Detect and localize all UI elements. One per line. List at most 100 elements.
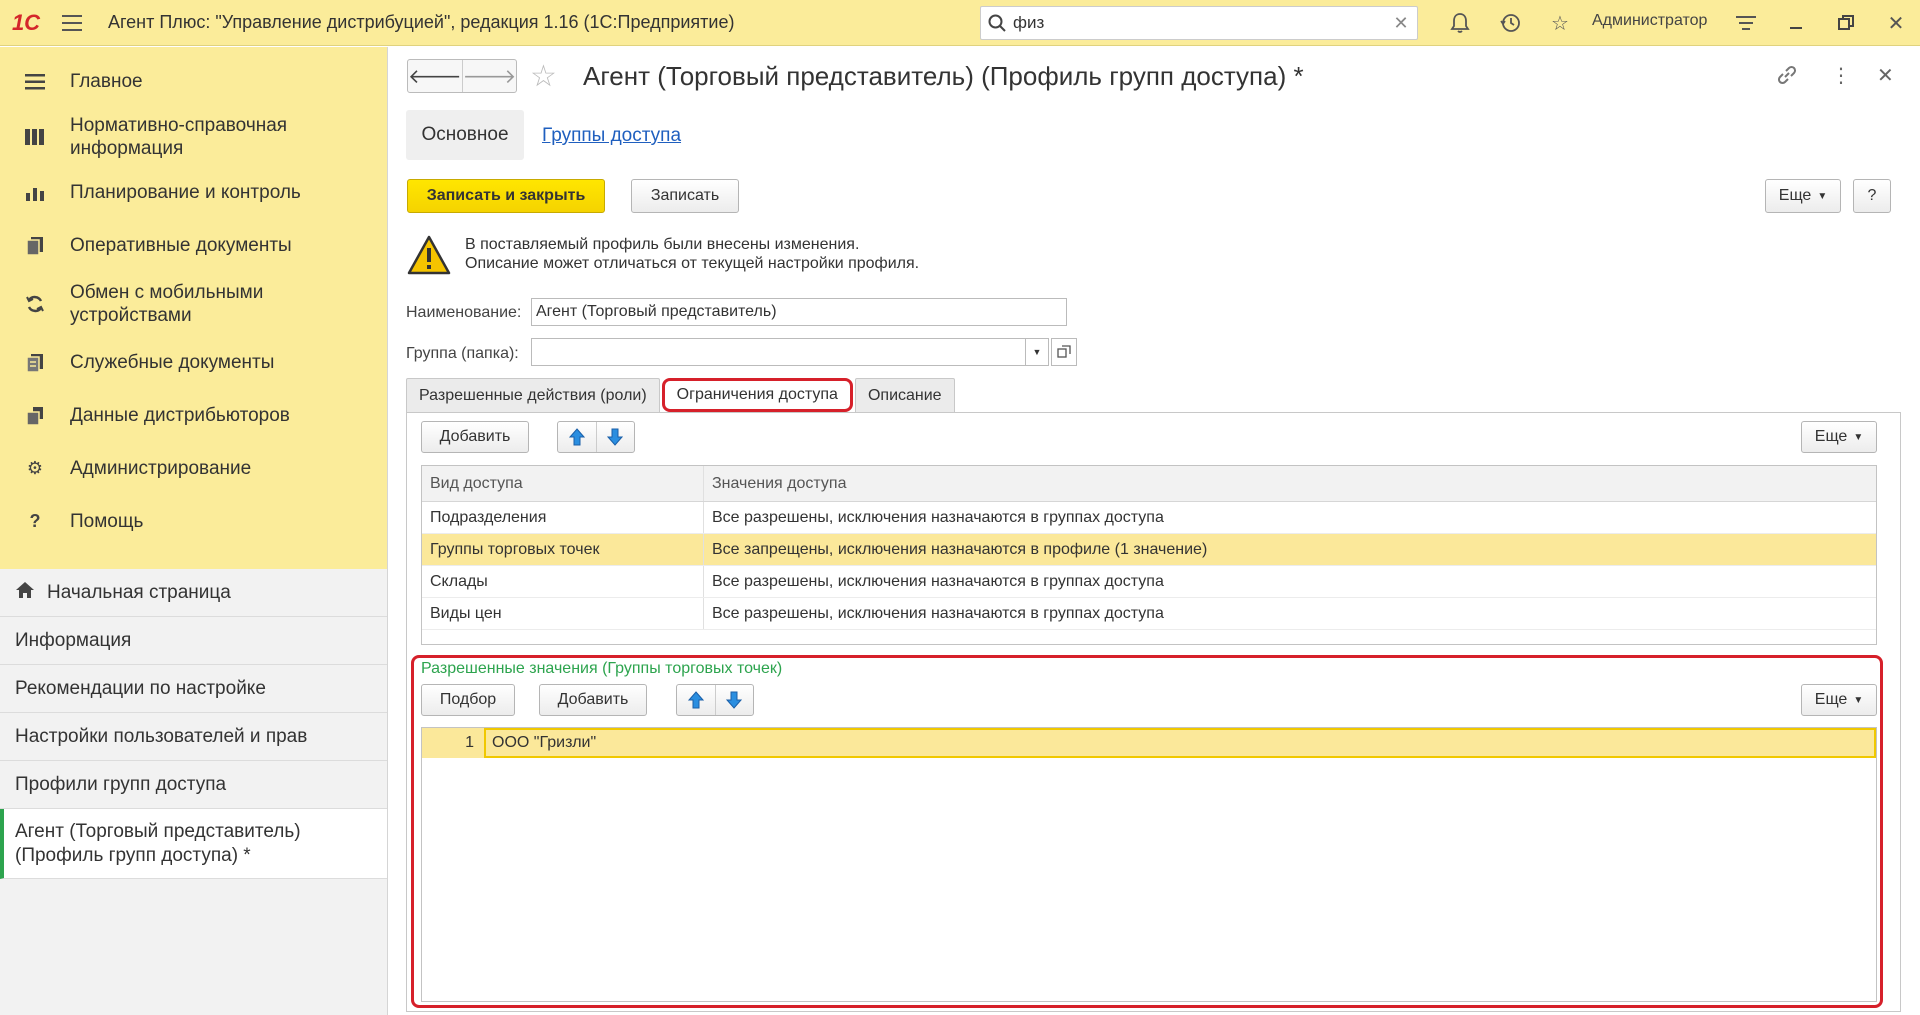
close-form-icon[interactable]: ✕	[1877, 63, 1894, 88]
home-icon	[15, 581, 35, 604]
back-arrow-icon[interactable]: 🡐	[408, 60, 463, 92]
nav-item-label: Информация	[15, 629, 132, 651]
nav-item-label: Агент (Торговый представитель) (Профиль …	[15, 820, 301, 866]
user-name[interactable]: Администратор	[1592, 12, 1707, 30]
cell-value: Все разрешены, исключения назначаются в …	[712, 572, 1164, 590]
sections-panel: Главное Нормативно-справочная информация…	[0, 47, 387, 569]
table-row-selected[interactable]: Группы торговых точек Все запрещены, иск…	[422, 534, 1876, 566]
section-planning[interactable]: Планирование и контроль	[0, 166, 387, 219]
search-input[interactable]	[1013, 13, 1385, 33]
gear-icon: ⚙	[26, 458, 44, 478]
move-value-buttons	[676, 684, 754, 716]
move-buttons	[557, 421, 635, 453]
name-field[interactable]: Агент (Торговый представитель)	[531, 298, 1067, 326]
allowed-values-title: Разрешенные значения (Группы торговых то…	[421, 660, 783, 677]
section-label: Оперативные документы	[70, 235, 292, 256]
nav-item-label: Начальная страница	[47, 581, 231, 603]
group-field[interactable]	[531, 338, 1049, 366]
open-group-icon[interactable]	[1051, 338, 1077, 366]
more-access-button[interactable]: Еще ▼	[1801, 421, 1877, 453]
move-down-icon[interactable]	[597, 422, 635, 452]
nav-item-label: Настройки пользователей и прав	[15, 725, 308, 747]
profile-tabs: Разрешенные действия (роли) Ограничения …	[406, 378, 957, 412]
table-row-selected[interactable]: 1 ООО "Гризли"	[422, 728, 1876, 758]
more-values-button[interactable]: Еще ▼	[1801, 684, 1877, 716]
nav-item-info[interactable]: Информация	[0, 617, 387, 665]
cell-kind: Группы торговых точек	[422, 534, 704, 565]
nav-item-current-form[interactable]: Агент (Торговый представитель) (Профиль …	[0, 809, 387, 879]
nav-item-recommendations[interactable]: Рекомендации по настройке	[0, 665, 387, 713]
list-icon	[22, 69, 48, 95]
section-catalogs[interactable]: Нормативно-справочная информация	[0, 108, 387, 166]
link-icon[interactable]	[1775, 63, 1799, 93]
catalog-icon	[22, 124, 48, 150]
tab-description[interactable]: Описание	[854, 378, 955, 412]
clear-search-icon[interactable]: ✕	[1385, 13, 1417, 34]
warning-icon	[407, 235, 451, 279]
table-row[interactable]: Склады Все разрешены, исключения назнача…	[422, 566, 1876, 598]
table-row[interactable]: Виды цен Все разрешены, исключения назна…	[422, 598, 1876, 630]
tab-access-restrictions[interactable]: Ограничения доступа	[661, 378, 853, 412]
section-help[interactable]: ? Помощь	[0, 495, 387, 548]
warning-line-1: В поставляемый профиль были внесены изме…	[465, 236, 860, 253]
section-main[interactable]: Главное	[0, 55, 387, 108]
group-dropdown-icon[interactable]: ▼	[1025, 338, 1049, 366]
more-button[interactable]: Еще ▼	[1765, 179, 1841, 213]
forward-arrow-icon[interactable]: 🡒	[463, 60, 517, 92]
tab-allowed-actions[interactable]: Разрешенные действия (роли)	[406, 378, 660, 412]
help-button[interactable]: ?	[1853, 179, 1891, 213]
service-docs-icon	[22, 350, 48, 376]
column-header-values[interactable]: Значения доступа	[704, 466, 1876, 501]
favorite-star-icon[interactable]: ☆	[530, 59, 557, 94]
minimize-icon[interactable]	[1783, 10, 1809, 36]
history-nav: 🡐 🡒	[407, 59, 517, 93]
more-vertical-icon[interactable]: ⋮	[1831, 63, 1851, 88]
add-value-button[interactable]: Добавить	[539, 684, 647, 716]
save-button[interactable]: Записать	[631, 179, 739, 213]
sidebar: Главное Нормативно-справочная информация…	[0, 47, 388, 1015]
settings-menu-icon[interactable]	[1733, 10, 1759, 36]
nav-item-user-settings[interactable]: Настройки пользователей и прав	[0, 713, 387, 761]
chevron-down-icon: ▼	[1853, 694, 1864, 706]
section-administration[interactable]: ⚙ Администрирование	[0, 442, 387, 495]
sync-icon	[22, 291, 48, 317]
cell-value[interactable]: ООО "Гризли"	[484, 728, 1876, 758]
main-menu-icon[interactable]	[52, 0, 92, 46]
more-button-label: Еще	[1814, 691, 1848, 708]
row-number: 1	[422, 728, 484, 758]
cell-value: Все запрещены, исключения назначаются в …	[712, 540, 1208, 558]
move-up-icon[interactable]	[677, 685, 716, 715]
nav-item-label: Рекомендации по настройке	[15, 677, 266, 699]
pick-button[interactable]: Подбор	[421, 684, 515, 716]
section-label: Данные дистрибьюторов	[70, 405, 290, 426]
chevron-down-icon: ▼	[1817, 190, 1828, 202]
tab-main[interactable]: Основное	[406, 110, 524, 160]
chevron-down-icon: ▼	[1853, 431, 1864, 443]
column-header-kind[interactable]: Вид доступа	[422, 466, 704, 501]
nav-item-home[interactable]: Начальная страница	[0, 569, 387, 617]
table-row[interactable]: Подразделения Все разрешены, исключения …	[422, 502, 1876, 534]
save-and-close-button[interactable]: Записать и закрыть	[407, 179, 605, 213]
history-icon[interactable]	[1497, 10, 1523, 36]
section-mobile-exchange[interactable]: Обмен с мобильными устройствами	[0, 272, 387, 336]
move-up-icon[interactable]	[558, 422, 597, 452]
section-distributor-data[interactable]: Данные дистрибьюторов	[0, 389, 387, 442]
section-label: Планирование и контроль	[70, 182, 301, 203]
close-window-icon[interactable]: ✕	[1883, 10, 1909, 36]
nav-item-access-profiles[interactable]: Профили групп доступа	[0, 761, 387, 809]
form-area: 🡐 🡒 ☆ Агент (Торговый представитель) (Пр…	[389, 47, 1920, 1015]
distributor-data-icon	[22, 403, 48, 429]
search-box[interactable]: ✕	[980, 6, 1418, 40]
cell-value: Все разрешены, исключения назначаются в …	[712, 604, 1164, 622]
section-label: Обмен с мобильными устройствами	[70, 282, 264, 326]
access-kinds-table: Вид доступа Значения доступа Подразделен…	[421, 465, 1877, 645]
tab-access-groups-link[interactable]: Группы доступа	[542, 125, 681, 147]
section-operational-docs[interactable]: Оперативные документы	[0, 219, 387, 272]
favorites-star-icon[interactable]: ☆	[1547, 10, 1573, 36]
help-icon: ?	[29, 511, 41, 531]
move-down-icon[interactable]	[716, 685, 754, 715]
restore-icon[interactable]	[1833, 10, 1859, 36]
add-access-kind-button[interactable]: Добавить	[421, 421, 529, 453]
bell-icon[interactable]	[1447, 10, 1473, 36]
section-service-docs[interactable]: Служебные документы	[0, 336, 387, 389]
